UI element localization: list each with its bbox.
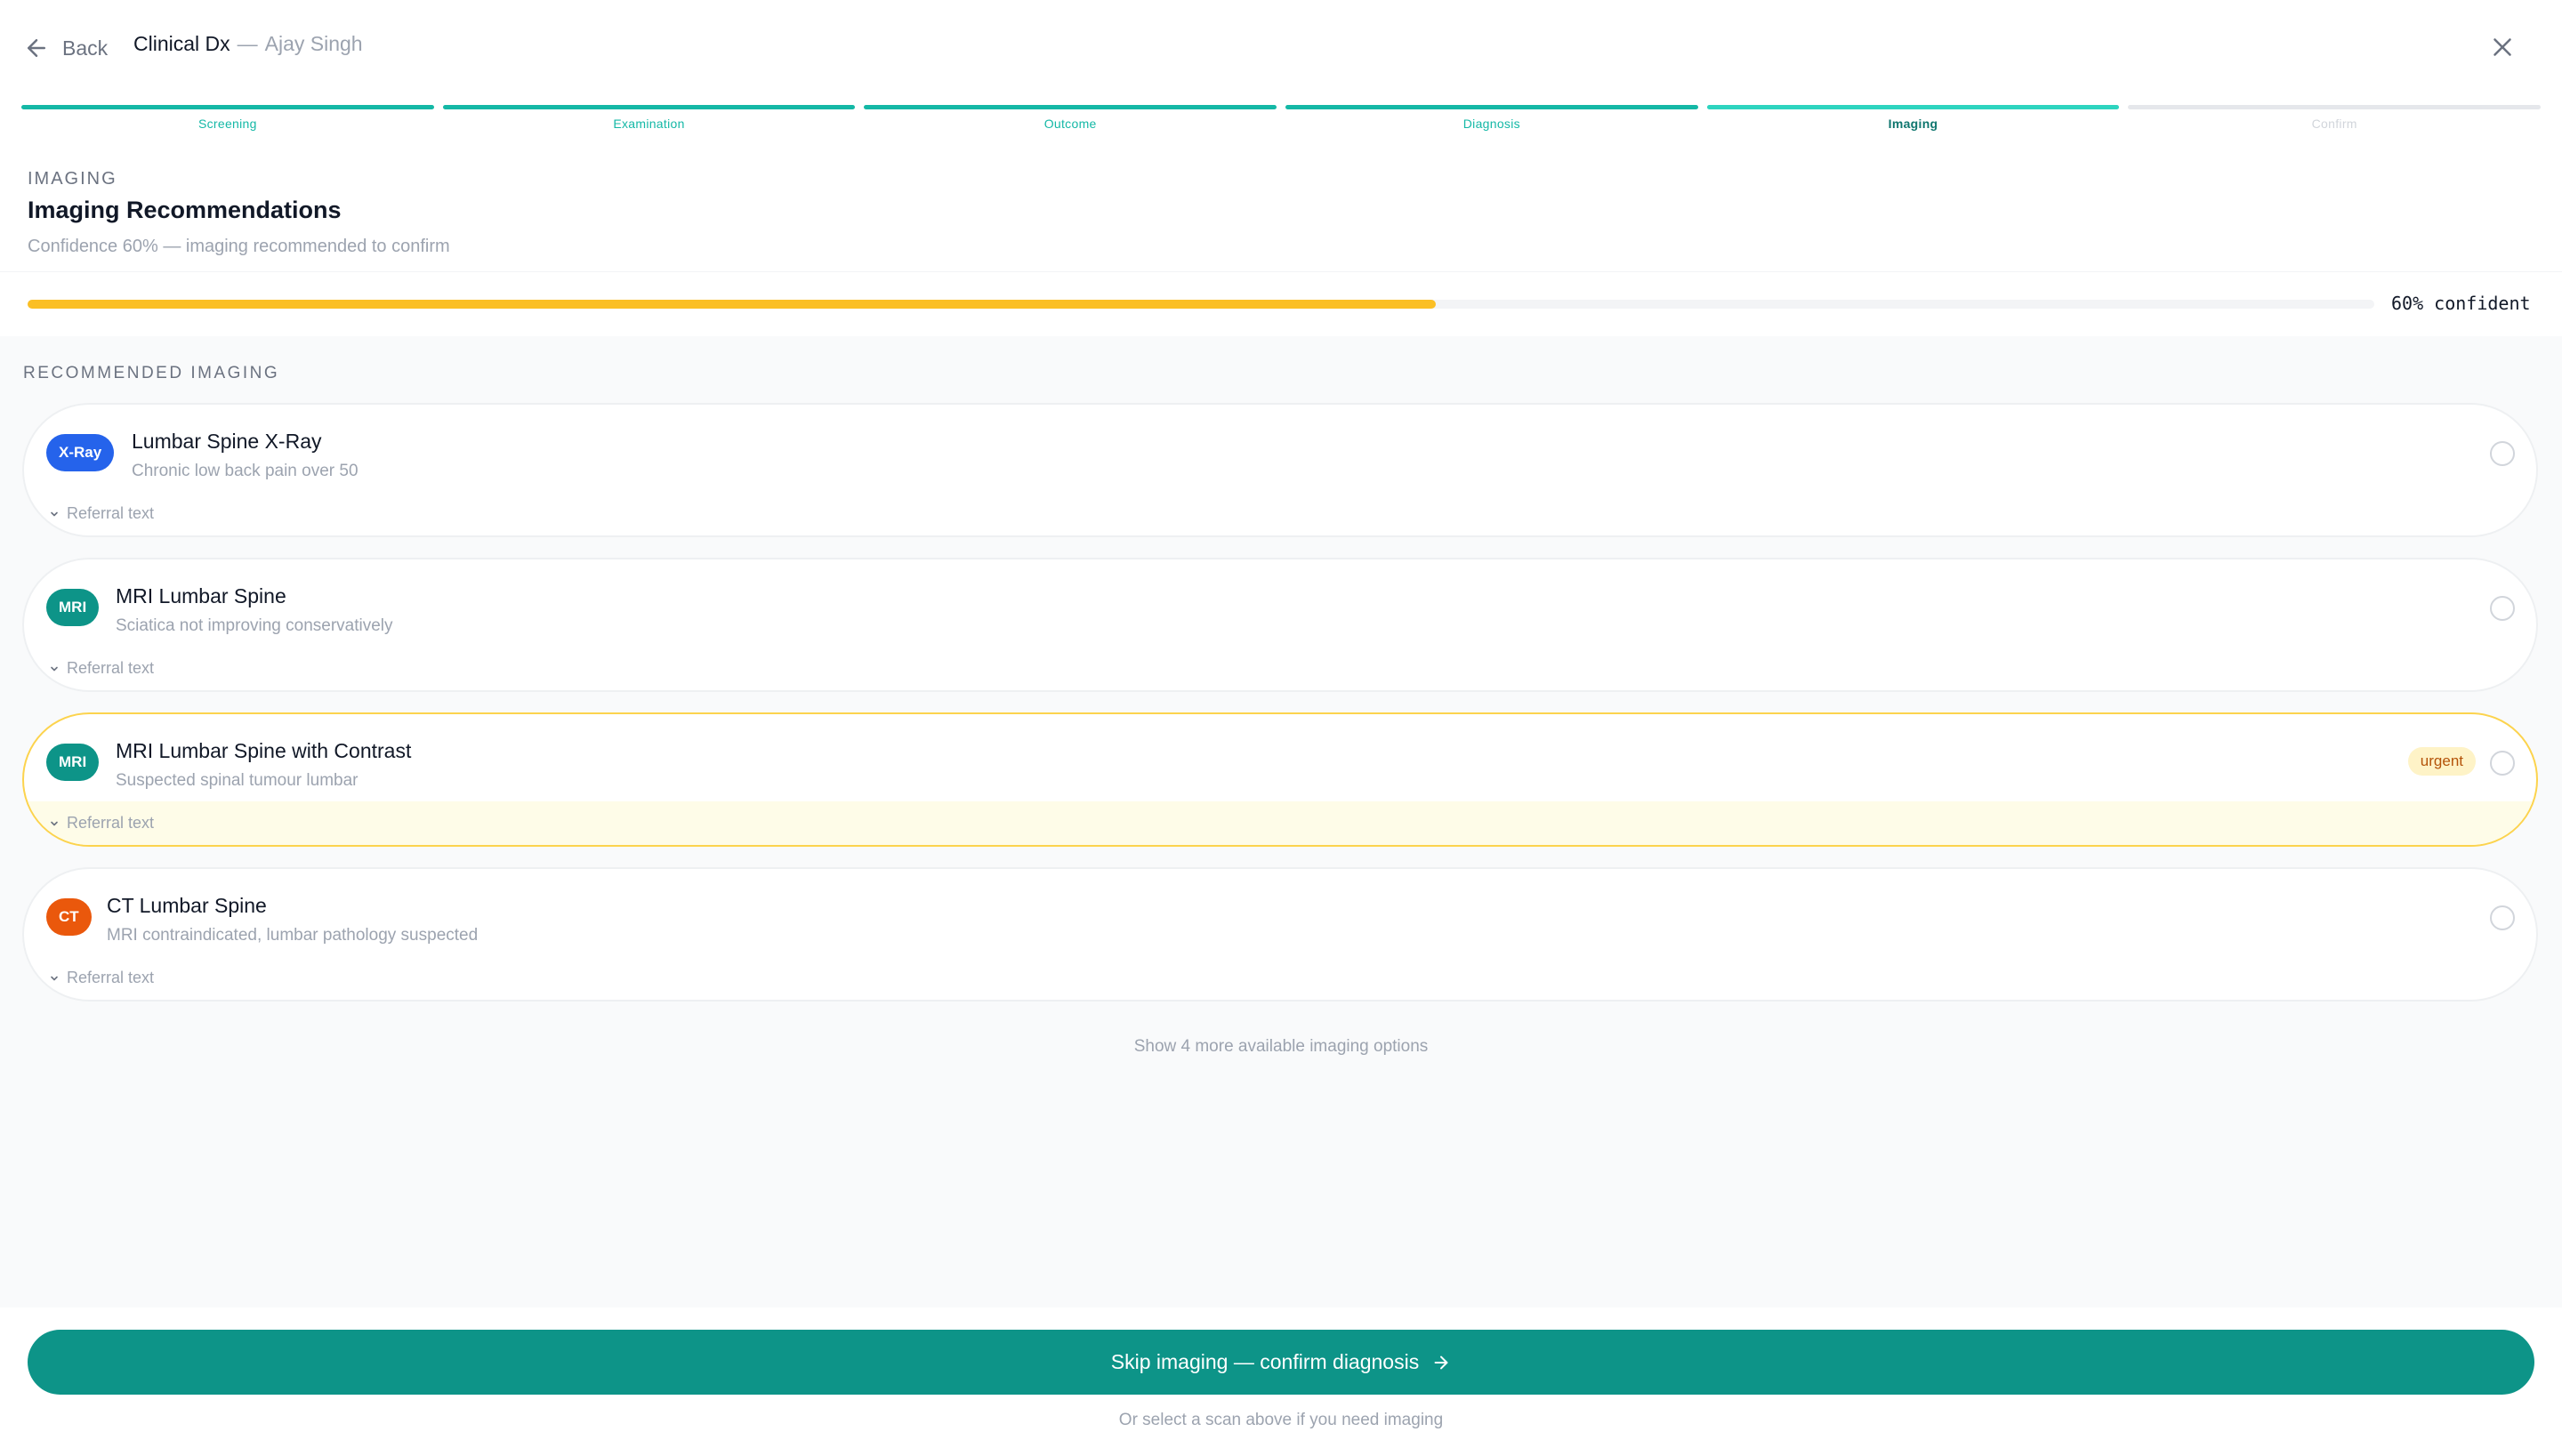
chevron-down-icon	[51, 976, 58, 980]
step-imaging[interactable]: Imaging	[1706, 105, 2120, 131]
confidence-label: 60% confident	[2391, 293, 2531, 314]
imaging-name: MRI Lumbar Spine with Contrast	[116, 739, 412, 762]
referral-text-toggle[interactable]: Referral text	[49, 969, 154, 987]
top-panel: Back Clinical Dx — Ajay Singh Screening E…	[0, 0, 2562, 336]
referral-text-label: Referral text	[67, 504, 155, 522]
referral-text-toggle[interactable]: Referral text	[49, 504, 154, 523]
section-eyebrow: IMAGING	[28, 169, 117, 189]
step-bar	[864, 105, 1277, 109]
page-title: Imaging Recommendations	[28, 197, 342, 223]
imaging-name: CT Lumbar Spine	[107, 894, 267, 917]
referral-band	[24, 956, 2536, 1000]
title-separator: —	[237, 32, 258, 55]
urgent-badge: urgent	[2407, 747, 2476, 776]
step-label: Confirm	[2311, 117, 2357, 131]
modality-badge: MRI	[46, 744, 100, 781]
imaging-option-card[interactable]: CT CT Lumbar Spine MRI contraindicated, lu…	[22, 867, 2538, 1002]
header-bar: Back Clinical Dx — Ajay Singh	[0, 0, 2562, 93]
select-radio[interactable]	[2490, 751, 2515, 776]
step-label: Outcome	[1043, 117, 1097, 131]
step-outcome[interactable]: Outcome	[864, 105, 1277, 131]
section-subtitle: Confidence 60% — imaging recommended to …	[28, 237, 450, 256]
arrow-right-icon	[1434, 1355, 1448, 1369]
step-confirm[interactable]: Confirm	[2128, 105, 2542, 131]
progress-steps: Screening Examination Outcome Diagnosis Imag…	[21, 105, 2542, 131]
close-icon[interactable]	[2487, 32, 2518, 62]
arrow-left-icon	[28, 39, 45, 57]
footer: Skip imaging — confirm diagnosis Or sele…	[0, 1307, 2562, 1456]
imaging-indication: Sciatica not improving conservatively	[116, 616, 393, 635]
page-header-title: Clinical Dx — Ajay Singh	[133, 32, 363, 56]
confidence-bar-fill	[28, 300, 1436, 309]
imaging-name: MRI Lumbar Spine	[116, 584, 286, 607]
select-radio[interactable]	[2490, 905, 2515, 930]
referral-band	[24, 801, 2536, 845]
imaging-option-card[interactable]: X-Ray Lumbar Spine X-Ray Chronic low back …	[22, 403, 2538, 537]
back-button[interactable]: Back	[23, 30, 108, 66]
step-label: Imaging	[1888, 117, 1938, 131]
imaging-name: Lumbar Spine X-Ray	[132, 430, 322, 453]
referral-text-toggle[interactable]: Referral text	[49, 814, 154, 833]
chevron-down-icon	[51, 511, 58, 516]
back-label: Back	[62, 36, 109, 60]
step-bar	[1706, 105, 2120, 109]
imaging-option-card[interactable]: MRI MRI Lumbar Spine Sciatica not improvin…	[22, 558, 2538, 692]
step-screening[interactable]: Screening	[21, 105, 434, 131]
imaging-indication: Suspected spinal tumour lumbar	[116, 771, 359, 790]
skip-imaging-label: Skip imaging — confirm diagnosis	[1110, 1350, 1420, 1373]
referral-text-label: Referral text	[67, 814, 155, 832]
imaging-option-card[interactable]: MRI MRI Lumbar Spine with Contrast Suspect…	[22, 712, 2538, 847]
select-radio[interactable]	[2490, 441, 2515, 466]
divider	[0, 271, 2562, 272]
step-bar	[21, 105, 434, 109]
referral-band	[24, 647, 2536, 690]
step-examination[interactable]: Examination	[442, 105, 856, 131]
modality-badge: CT	[46, 898, 92, 936]
step-bar	[2128, 105, 2542, 109]
referral-text-label: Referral text	[67, 969, 155, 986]
select-radio[interactable]	[2490, 596, 2515, 621]
imaging-indication: MRI contraindicated, lumbar pathology su…	[107, 926, 479, 945]
step-diagnosis[interactable]: Diagnosis	[1285, 105, 1698, 131]
section-header: IMAGING Imaging Recommendations Confiden…	[28, 169, 450, 257]
referral-band	[24, 492, 2536, 535]
referral-text-label: Referral text	[67, 659, 155, 677]
step-label: Screening	[197, 117, 257, 131]
confidence-bar	[28, 300, 2374, 309]
step-bar	[442, 105, 856, 109]
step-label: Examination	[613, 117, 685, 131]
patient-name: Ajay Singh	[264, 32, 363, 55]
footer-hint: Or select a scan above if you need imagi…	[1118, 1411, 1444, 1429]
chevron-down-icon	[51, 666, 58, 671]
chevron-down-icon	[51, 821, 58, 825]
show-more-options-link[interactable]: Show 4 more available imaging options	[0, 1037, 2562, 1057]
recommended-imaging-heading: RECOMMENDED IMAGING	[23, 364, 280, 382]
step-bar	[1285, 105, 1698, 109]
skip-imaging-button[interactable]: Skip imaging — confirm diagnosis	[28, 1330, 2534, 1395]
modality-badge: X-Ray	[46, 434, 115, 471]
app-title: Clinical Dx	[133, 32, 230, 55]
modality-badge: MRI	[46, 589, 100, 626]
referral-text-toggle[interactable]: Referral text	[49, 659, 154, 678]
step-label: Diagnosis	[1462, 117, 1520, 131]
imaging-indication: Chronic low back pain over 50	[132, 462, 359, 480]
